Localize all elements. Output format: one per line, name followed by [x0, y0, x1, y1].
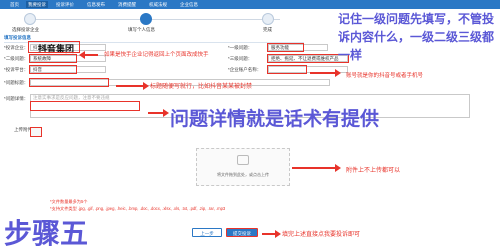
arrow-account	[310, 69, 341, 77]
arrow-submit	[262, 230, 281, 238]
level3-label: *三级问题：	[228, 56, 253, 61]
step-1-label: 选择投诉企业	[12, 27, 39, 32]
step-2-label: 填写个人信息	[128, 27, 155, 32]
upload-dropzone[interactable]: 将文件拖到此处，或点击上传	[196, 148, 290, 186]
annotation-step: 步骤五	[4, 218, 89, 249]
platform-label: *投诉平台：	[4, 67, 29, 72]
step-line	[30, 19, 280, 20]
title-label: *问题标题：	[4, 80, 29, 85]
annotation-detail: 问题详情就是话术有提供	[170, 109, 380, 130]
arrow-upload	[292, 164, 341, 172]
company-label: *投诉企业：	[4, 45, 29, 50]
file-count-note: *文件数量最多为5个	[50, 199, 88, 204]
nav-item-reminder[interactable]: 消费提醒	[116, 1, 138, 8]
step-1-icon	[24, 13, 36, 25]
nav-item-complaint[interactable]: 我要投诉	[26, 1, 48, 8]
level1-label: *一级问题：	[228, 45, 253, 50]
upload-thumb	[30, 127, 42, 137]
arrow-title	[116, 82, 149, 90]
step-3-label: 完成	[263, 27, 272, 32]
arrow-company	[79, 51, 98, 59]
nav-item-company[interactable]: 企业信息	[178, 1, 200, 8]
platform-highlight	[29, 65, 77, 74]
nav-item-home[interactable]: 首页	[8, 1, 21, 8]
annotation-submit: 填完上述直接点我要投诉即可	[282, 232, 361, 238]
annotation-level-note: 记住一级问题先填写，不管投诉内容什么，一级二级三级都一样	[338, 12, 495, 62]
level3-highlight	[267, 54, 349, 63]
annotation-account: 账号就是你的抖音号或者手机号	[346, 73, 424, 79]
top-nav: 首页 我要投诉 投诉评价 信息发布 消费提醒 权威法规 企业信息	[0, 0, 500, 9]
level2-highlight	[29, 54, 77, 63]
level2-label: *二级问题：	[4, 56, 29, 61]
detail-label: *问题详情：	[4, 96, 29, 101]
annotation-upload: 附件上不上传都可以	[346, 168, 401, 174]
annotation-company: 如果是快手企业记得返回上个页面改成快手	[104, 52, 209, 58]
level1-highlight	[267, 43, 304, 52]
detail-highlight	[30, 101, 140, 111]
step-2-icon	[140, 13, 152, 25]
upload-hint: 将文件拖到此处，或点击上传	[217, 172, 269, 177]
account-label: *企业账户名称：	[228, 67, 262, 72]
upload-icon	[237, 155, 249, 165]
annotation-title: 标题随便写就行，比如抖音某某被封禁	[150, 84, 253, 90]
arrow-detail	[148, 109, 169, 117]
nav-item-regulations[interactable]: 权威法规	[147, 1, 169, 8]
title-highlight	[29, 78, 109, 87]
company-highlight	[28, 41, 80, 53]
section-title: 填写投诉信息	[4, 35, 31, 40]
nav-item-info[interactable]: 信息发布	[85, 1, 107, 8]
prev-button[interactable]: 上一步	[192, 228, 222, 237]
nav-item-evaluation[interactable]: 投诉评价	[54, 1, 76, 8]
account-highlight	[267, 65, 307, 74]
submit-button[interactable]: 提交投诉	[226, 228, 258, 237]
step-3-icon	[262, 13, 274, 25]
